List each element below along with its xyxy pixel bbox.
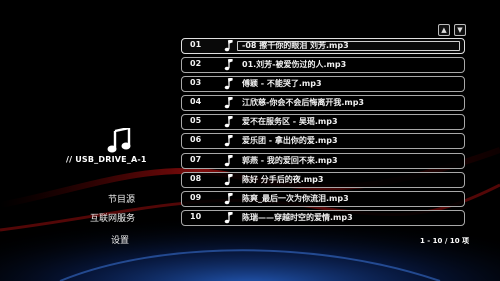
- track-row[interactable]: 10 陈瑞——穿越时空的爱情.mp3: [181, 209, 465, 226]
- music-note-icon: [224, 97, 233, 109]
- device-label: // USB_DRIVE_A-1: [66, 155, 147, 164]
- track-row[interactable]: 03 傅颖 - 不能哭了.mp3: [181, 76, 465, 93]
- scroll-controls: ▲ ▼: [438, 24, 466, 36]
- menu-item-sources[interactable]: 节目源: [0, 192, 135, 205]
- music-note-icon: [224, 78, 233, 90]
- track-row[interactable]: 01 -08 擦干你的眼泪 刘芳.mp3: [181, 38, 465, 54]
- music-note-icon: [224, 116, 233, 128]
- music-note-icon: [224, 192, 233, 205]
- track-row[interactable]: 09 陈爽_最后一次为你流泪.mp3: [181, 190, 465, 207]
- track-number: 04: [190, 97, 202, 107]
- menu-item-internet-services[interactable]: 互联网服务: [0, 211, 135, 224]
- track-title: 陈好 分手后的夜.mp3: [242, 174, 324, 184]
- track-title: 陈爽_最后一次为你流泪.mp3: [242, 193, 349, 203]
- track-number: 09: [190, 192, 202, 202]
- track-number: 05: [190, 116, 202, 126]
- track-row[interactable]: 06 爱乐团 - 拿出你的爱.mp3: [181, 133, 465, 150]
- track-row[interactable]: 07 郭燕 - 我的爱回不来.mp3: [181, 152, 465, 169]
- music-note-icon: [224, 135, 233, 147]
- track-title: 江欣慈-你会不会后悔离开我.mp3: [242, 98, 364, 108]
- chevron-up-icon[interactable]: ▲: [438, 24, 450, 36]
- track-row[interactable]: 08 陈好 分手后的夜.mp3: [181, 171, 465, 188]
- track-number: 06: [190, 135, 202, 145]
- track-row[interactable]: 02 01.刘芳-被爱伤过的人.mp3: [181, 57, 465, 74]
- track-number: 08: [190, 173, 202, 183]
- track-title: 郭燕 - 我的爱回不来.mp3: [242, 155, 338, 165]
- music-note-icon: [224, 173, 233, 185]
- track-number: 03: [190, 78, 202, 88]
- side-menu: 节目源 互联网服务 设置: [0, 192, 135, 252]
- sidebar: // USB_DRIVE_A-1 节目源 互联网服务 设置: [0, 0, 180, 281]
- track-title: -08 擦干你的眼泪 刘芳.mp3: [242, 41, 349, 50]
- track-number: 10: [190, 211, 202, 221]
- track-row[interactable]: 04 江欣慈-你会不会后悔离开我.mp3: [181, 95, 465, 112]
- music-note-icon: [224, 59, 233, 71]
- chevron-down-icon[interactable]: ▼: [454, 24, 466, 36]
- track-number: 02: [190, 59, 202, 69]
- track-row[interactable]: 05 爱不在服务区 - 吴瑶.mp3: [181, 114, 465, 131]
- music-note-icon: [107, 128, 131, 153]
- track-title: 爱乐团 - 拿出你的爱.mp3: [242, 136, 338, 146]
- menu-item-settings[interactable]: 设置: [0, 233, 135, 246]
- track-title: 陈瑞——穿越时空的爱情.mp3: [242, 212, 353, 222]
- pagination-indicator: 1 - 10 / 10 项: [420, 237, 469, 245]
- track-list: 01 -08 擦干你的眼泪 刘芳.mp3 02 01.刘芳-被爱伤过的人.mp3…: [181, 38, 465, 229]
- music-note-icon: [224, 211, 233, 224]
- track-number: 07: [190, 154, 202, 164]
- track-title: 傅颖 - 不能哭了.mp3: [242, 79, 322, 89]
- music-note-icon: [224, 154, 233, 166]
- music-note-icon: [224, 40, 233, 52]
- track-title: 爱不在服务区 - 吴瑶.mp3: [242, 117, 338, 127]
- track-title: 01.刘芳-被爱伤过的人.mp3: [242, 60, 347, 70]
- track-number: 01: [190, 40, 202, 49]
